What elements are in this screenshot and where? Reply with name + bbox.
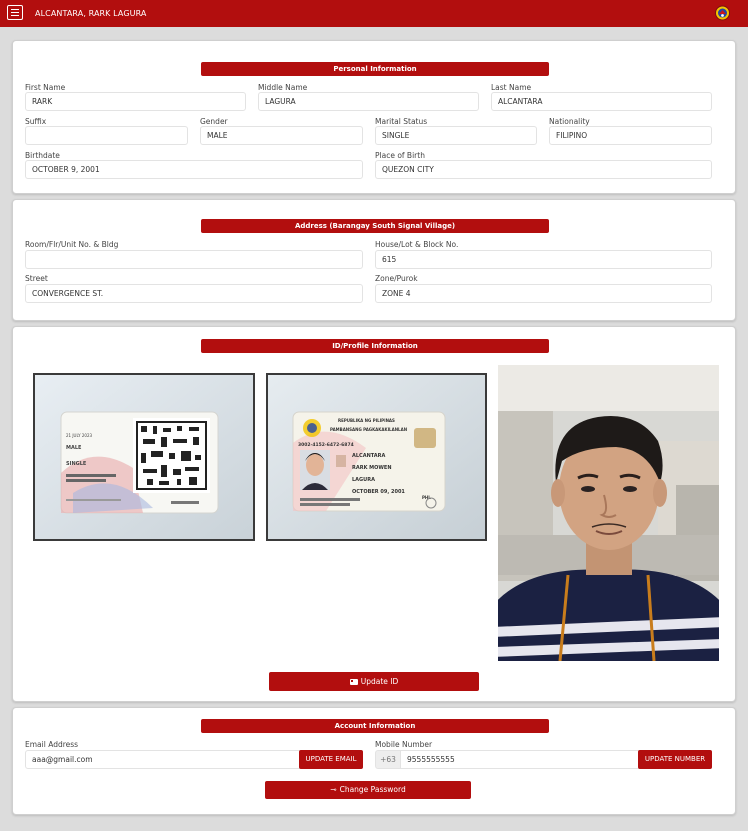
update-id-button[interactable]: Update ID [269, 672, 479, 691]
nationality-label: Nationality [549, 117, 590, 126]
personal-information-card: Personal Information First Name RARK Mid… [12, 40, 736, 194]
change-password-label: Change Password [339, 785, 406, 794]
zone-label: Zone/Purok [375, 274, 418, 283]
user-name-title: ALCANTARA, RARK LAGURA [35, 9, 147, 18]
mobile-number-label: Mobile Number [375, 740, 433, 749]
country-code-prefix: +63 [375, 750, 401, 769]
top-bar: ALCANTARA, RARK LAGURA [0, 0, 748, 27]
suffix-label: Suffix [25, 117, 47, 126]
street-label: Street [25, 274, 48, 283]
gender-field[interactable]: MALE [200, 126, 363, 145]
change-password-button[interactable]: ⊸ Change Password [265, 781, 471, 799]
room-label: Room/Flr/Unit No. & Bldg [25, 240, 119, 249]
email-field[interactable]: aaa@gmail.com [25, 750, 301, 769]
id-profile-header: ID/Profile Information [201, 339, 549, 353]
email-label: Email Address [25, 740, 79, 749]
id-card-icon [349, 679, 358, 685]
account-information-header: Account Information [201, 719, 549, 733]
personal-information-header: Personal Information [201, 62, 549, 76]
street-field[interactable]: CONVERGENCE ST. [25, 284, 363, 303]
nationality-field[interactable]: FILIPINO [549, 126, 712, 145]
gender-label: Gender [200, 117, 228, 126]
id-front-country-text: REPUBLIKA NG PILIPINAS [338, 418, 395, 423]
id-front-code-text: PHL [422, 495, 431, 500]
key-icon: ⊸ [330, 785, 337, 794]
last-name-field[interactable]: ALCANTARA [491, 92, 712, 111]
update-email-button[interactable]: UPDATE EMAIL [299, 750, 363, 769]
marital-status-label: Marital Status [375, 117, 428, 126]
last-name-label: Last Name [491, 83, 532, 92]
update-number-button[interactable]: UPDATE NUMBER [638, 750, 712, 769]
id-front-card-name-text: PAMBANSANG PAGKAKAKILANLAN [330, 427, 407, 432]
id-front-dob-text: OCTOBER 09, 2001 [352, 489, 405, 495]
address-card: Address (Barangay South Signal Village) … [12, 199, 736, 321]
zone-field[interactable]: ZONE 4 [375, 284, 712, 303]
id-back-status-text: SINGLE [66, 461, 87, 467]
first-name-field[interactable]: RARK [25, 92, 246, 111]
id-front-number-text: 3002-4152-6472-6874 [298, 442, 354, 448]
menu-toggle-button[interactable] [7, 5, 23, 20]
id-back-date-text: 21 JULY 2023 [66, 433, 93, 438]
birthdate-label: Birthdate [25, 151, 60, 160]
suffix-field[interactable] [25, 126, 188, 145]
id-front-first-name-text: RARK MOWEN [352, 465, 392, 471]
id-back-sex-text: MALE [66, 445, 82, 451]
profile-photo [498, 365, 719, 661]
middle-name-label: Middle Name [258, 83, 308, 92]
house-field[interactable]: 615 [375, 250, 712, 269]
address-header: Address (Barangay South Signal Village) [201, 219, 549, 233]
middle-name-field[interactable]: LAGURA [258, 92, 479, 111]
mobile-number-field[interactable]: 9555555555 [400, 750, 640, 769]
account-information-card: Account Information Email Address aaa@gm… [12, 707, 736, 815]
id-front-photo: REPUBLIKA NG PILIPINAS PAMBANSANG PAGKAK… [266, 373, 487, 541]
first-name-label: First Name [25, 83, 66, 92]
id-front-last-name-text: ALCANTARA [352, 453, 386, 459]
place-of-birth-label: Place of Birth [375, 151, 425, 160]
place-of-birth-field[interactable]: QUEZON CITY [375, 160, 712, 179]
marital-status-field[interactable]: SINGLE [375, 126, 537, 145]
update-id-label: Update ID [360, 677, 399, 686]
id-back-photo: 21 JULY 2023 MALE SINGLE [33, 373, 255, 541]
barangay-seal-logo [715, 5, 730, 21]
id-profile-card: ID/Profile Information 21 JULY 2023 MALE… [12, 326, 736, 702]
house-label: House/Lot & Block No. [375, 240, 459, 249]
id-front-middle-name-text: LAGURA [352, 477, 375, 483]
hamburger-icon [11, 9, 19, 10]
room-field[interactable] [25, 250, 363, 269]
birthdate-field[interactable]: OCTOBER 9, 2001 [25, 160, 363, 179]
